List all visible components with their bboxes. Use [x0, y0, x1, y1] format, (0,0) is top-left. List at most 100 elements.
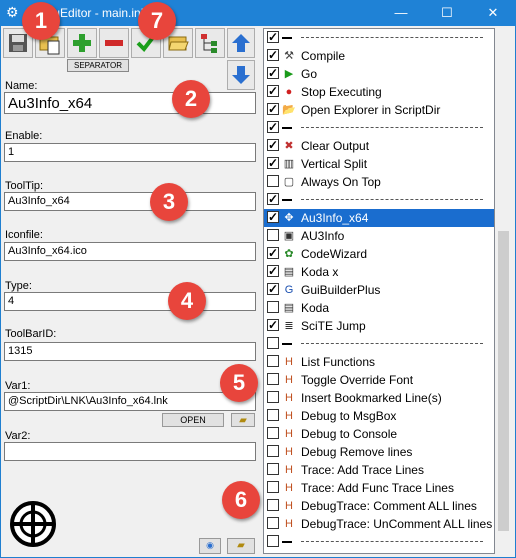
item-icon: H — [285, 482, 293, 494]
list-item[interactable]: ▶ Go — [264, 64, 494, 83]
list-item[interactable]: H Trace: Add Func Trace Lines — [264, 479, 494, 497]
list-separator[interactable] — [264, 29, 494, 47]
list-item[interactable]: H Debug to Console — [264, 425, 494, 443]
item-checkbox[interactable] — [267, 118, 279, 136]
add-button[interactable] — [67, 28, 97, 58]
close-button[interactable]: ✕ — [470, 0, 516, 26]
item-label: Compile — [301, 49, 346, 63]
item-checkbox[interactable] — [267, 154, 279, 172]
enable-field[interactable]: 1 — [4, 143, 256, 162]
list-item[interactable]: H Insert Bookmarked Line(s) — [264, 389, 494, 407]
var2-field[interactable] — [4, 442, 256, 461]
item-checkbox[interactable] — [267, 190, 279, 208]
item-label: DebugTrace: Comment ALL lines — [301, 499, 477, 513]
var1-field[interactable]: @ScriptDir\LNK\Au3Info_x64.lnk — [4, 392, 256, 411]
list-item[interactable]: ≣ SciTE Jump — [264, 316, 494, 335]
item-checkbox[interactable] — [267, 355, 279, 367]
item-checkbox[interactable] — [267, 373, 279, 385]
item-checkbox[interactable] — [267, 82, 279, 100]
minimize-button[interactable]: — — [378, 0, 424, 26]
web-button[interactable]: ◉ — [199, 538, 221, 554]
list-item[interactable]: ✥ Au3Info_x64 — [264, 208, 494, 227]
toolbarid-field[interactable]: 1315 — [4, 342, 256, 361]
list-item[interactable]: H List Functions — [264, 353, 494, 371]
item-icon: ⚒ — [284, 50, 294, 62]
maximize-button[interactable]: ☐ — [424, 0, 470, 26]
item-checkbox[interactable] — [267, 280, 279, 298]
item-checkbox[interactable] — [267, 100, 279, 118]
list-separator[interactable] — [264, 335, 494, 353]
item-icon: ≣ — [284, 320, 294, 332]
item-checkbox[interactable] — [267, 136, 279, 154]
item-checkbox[interactable] — [267, 46, 279, 64]
list-item[interactable]: ● Stop Executing — [264, 82, 494, 101]
item-checkbox[interactable] — [267, 316, 279, 334]
item-label: Debug Remove lines — [301, 445, 413, 459]
scrollbar[interactable] — [495, 28, 512, 554]
scrollbar-thumb[interactable] — [498, 231, 509, 531]
iconfile-field[interactable]: Au3Info_x64.ico — [4, 242, 256, 261]
list-item[interactable]: ✖ Clear Output — [264, 136, 494, 155]
var1-label: Var1: — [5, 380, 31, 392]
list-item[interactable]: ▣ AU3Info — [264, 227, 494, 245]
move-up-button[interactable] — [227, 28, 255, 58]
move-down-button[interactable] — [227, 60, 255, 90]
open-button[interactable]: OPEN — [162, 413, 224, 427]
item-icon: ✥ — [284, 212, 294, 224]
menu-item-list[interactable]: ⚒ Compile ▶ Go ● Stop Executing 📂 Open Explorer… — [263, 28, 495, 554]
list-item[interactable]: 📂 Open Explorer in ScriptDir — [264, 100, 494, 119]
globe-icon: ◉ — [206, 540, 214, 550]
item-checkbox[interactable] — [267, 229, 279, 241]
list-item[interactable]: ✿ CodeWizard — [264, 244, 494, 263]
item-checkbox[interactable] — [267, 499, 279, 511]
item-checkbox[interactable] — [267, 463, 279, 475]
list-item[interactable]: G GuiBuilderPlus — [264, 280, 494, 299]
browse-bottom-button[interactable]: ▰ — [227, 538, 255, 554]
list-item[interactable]: H Trace: Add Trace Lines — [264, 461, 494, 479]
list-item[interactable]: H DebugTrace: UnComment ALL lines — [264, 515, 494, 533]
tooltip-field[interactable]: Au3Info_x64 — [4, 192, 256, 211]
list-item[interactable]: H Debug to MsgBox — [264, 407, 494, 425]
item-checkbox[interactable] — [267, 301, 279, 313]
list-item[interactable]: ⚒ Compile — [264, 46, 494, 65]
item-checkbox[interactable] — [267, 208, 279, 226]
list-item[interactable]: ▤ Koda x — [264, 262, 494, 281]
item-label: DebugTrace: UnComment ALL lines — [301, 517, 493, 531]
item-checkbox[interactable] — [267, 262, 279, 280]
item-checkbox[interactable] — [267, 481, 279, 493]
list-item[interactable]: H Toggle Override Font — [264, 371, 494, 389]
item-checkbox[interactable] — [267, 337, 279, 349]
list-item[interactable]: H DebugTrace: Comment ALL lines — [264, 497, 494, 515]
item-checkbox[interactable] — [267, 409, 279, 421]
browse-var1-button[interactable]: ▰ — [231, 413, 255, 427]
list-item[interactable]: ▥ Vertical Split — [264, 154, 494, 173]
remove-button[interactable] — [99, 28, 129, 58]
name-field[interactable]: Au3Info_x64 — [4, 92, 256, 114]
item-icon: G — [284, 284, 294, 296]
item-checkbox[interactable] — [267, 517, 279, 529]
list-separator[interactable] — [264, 190, 494, 209]
list-separator[interactable] — [264, 118, 494, 137]
list-item[interactable]: ▤ Koda — [264, 299, 494, 317]
item-icon: H — [285, 392, 293, 404]
item-checkbox[interactable] — [267, 427, 279, 439]
item-checkbox[interactable] — [267, 244, 279, 262]
item-icon: ▤ — [283, 302, 295, 314]
separator-button[interactable]: SEPARATOR — [67, 59, 129, 72]
item-checkbox[interactable] — [267, 29, 279, 46]
tree-view-button[interactable] — [195, 28, 225, 58]
item-checkbox[interactable] — [267, 535, 279, 547]
badge-4: 4 — [168, 282, 206, 320]
list-item[interactable]: H Debug Remove lines — [264, 443, 494, 461]
item-label: Insert Bookmarked Line(s) — [301, 391, 442, 405]
separator-line — [301, 343, 483, 344]
item-checkbox[interactable] — [267, 175, 279, 187]
list-item[interactable]: ▢ Always On Top — [264, 173, 494, 191]
item-checkbox[interactable] — [267, 64, 279, 82]
item-checkbox[interactable] — [267, 445, 279, 457]
folder-icon: ▰ — [237, 540, 245, 551]
item-checkbox[interactable] — [267, 391, 279, 403]
type-field[interactable]: 4 — [4, 292, 256, 311]
list-separator[interactable] — [264, 533, 494, 551]
item-label: Clear Output — [301, 139, 370, 153]
